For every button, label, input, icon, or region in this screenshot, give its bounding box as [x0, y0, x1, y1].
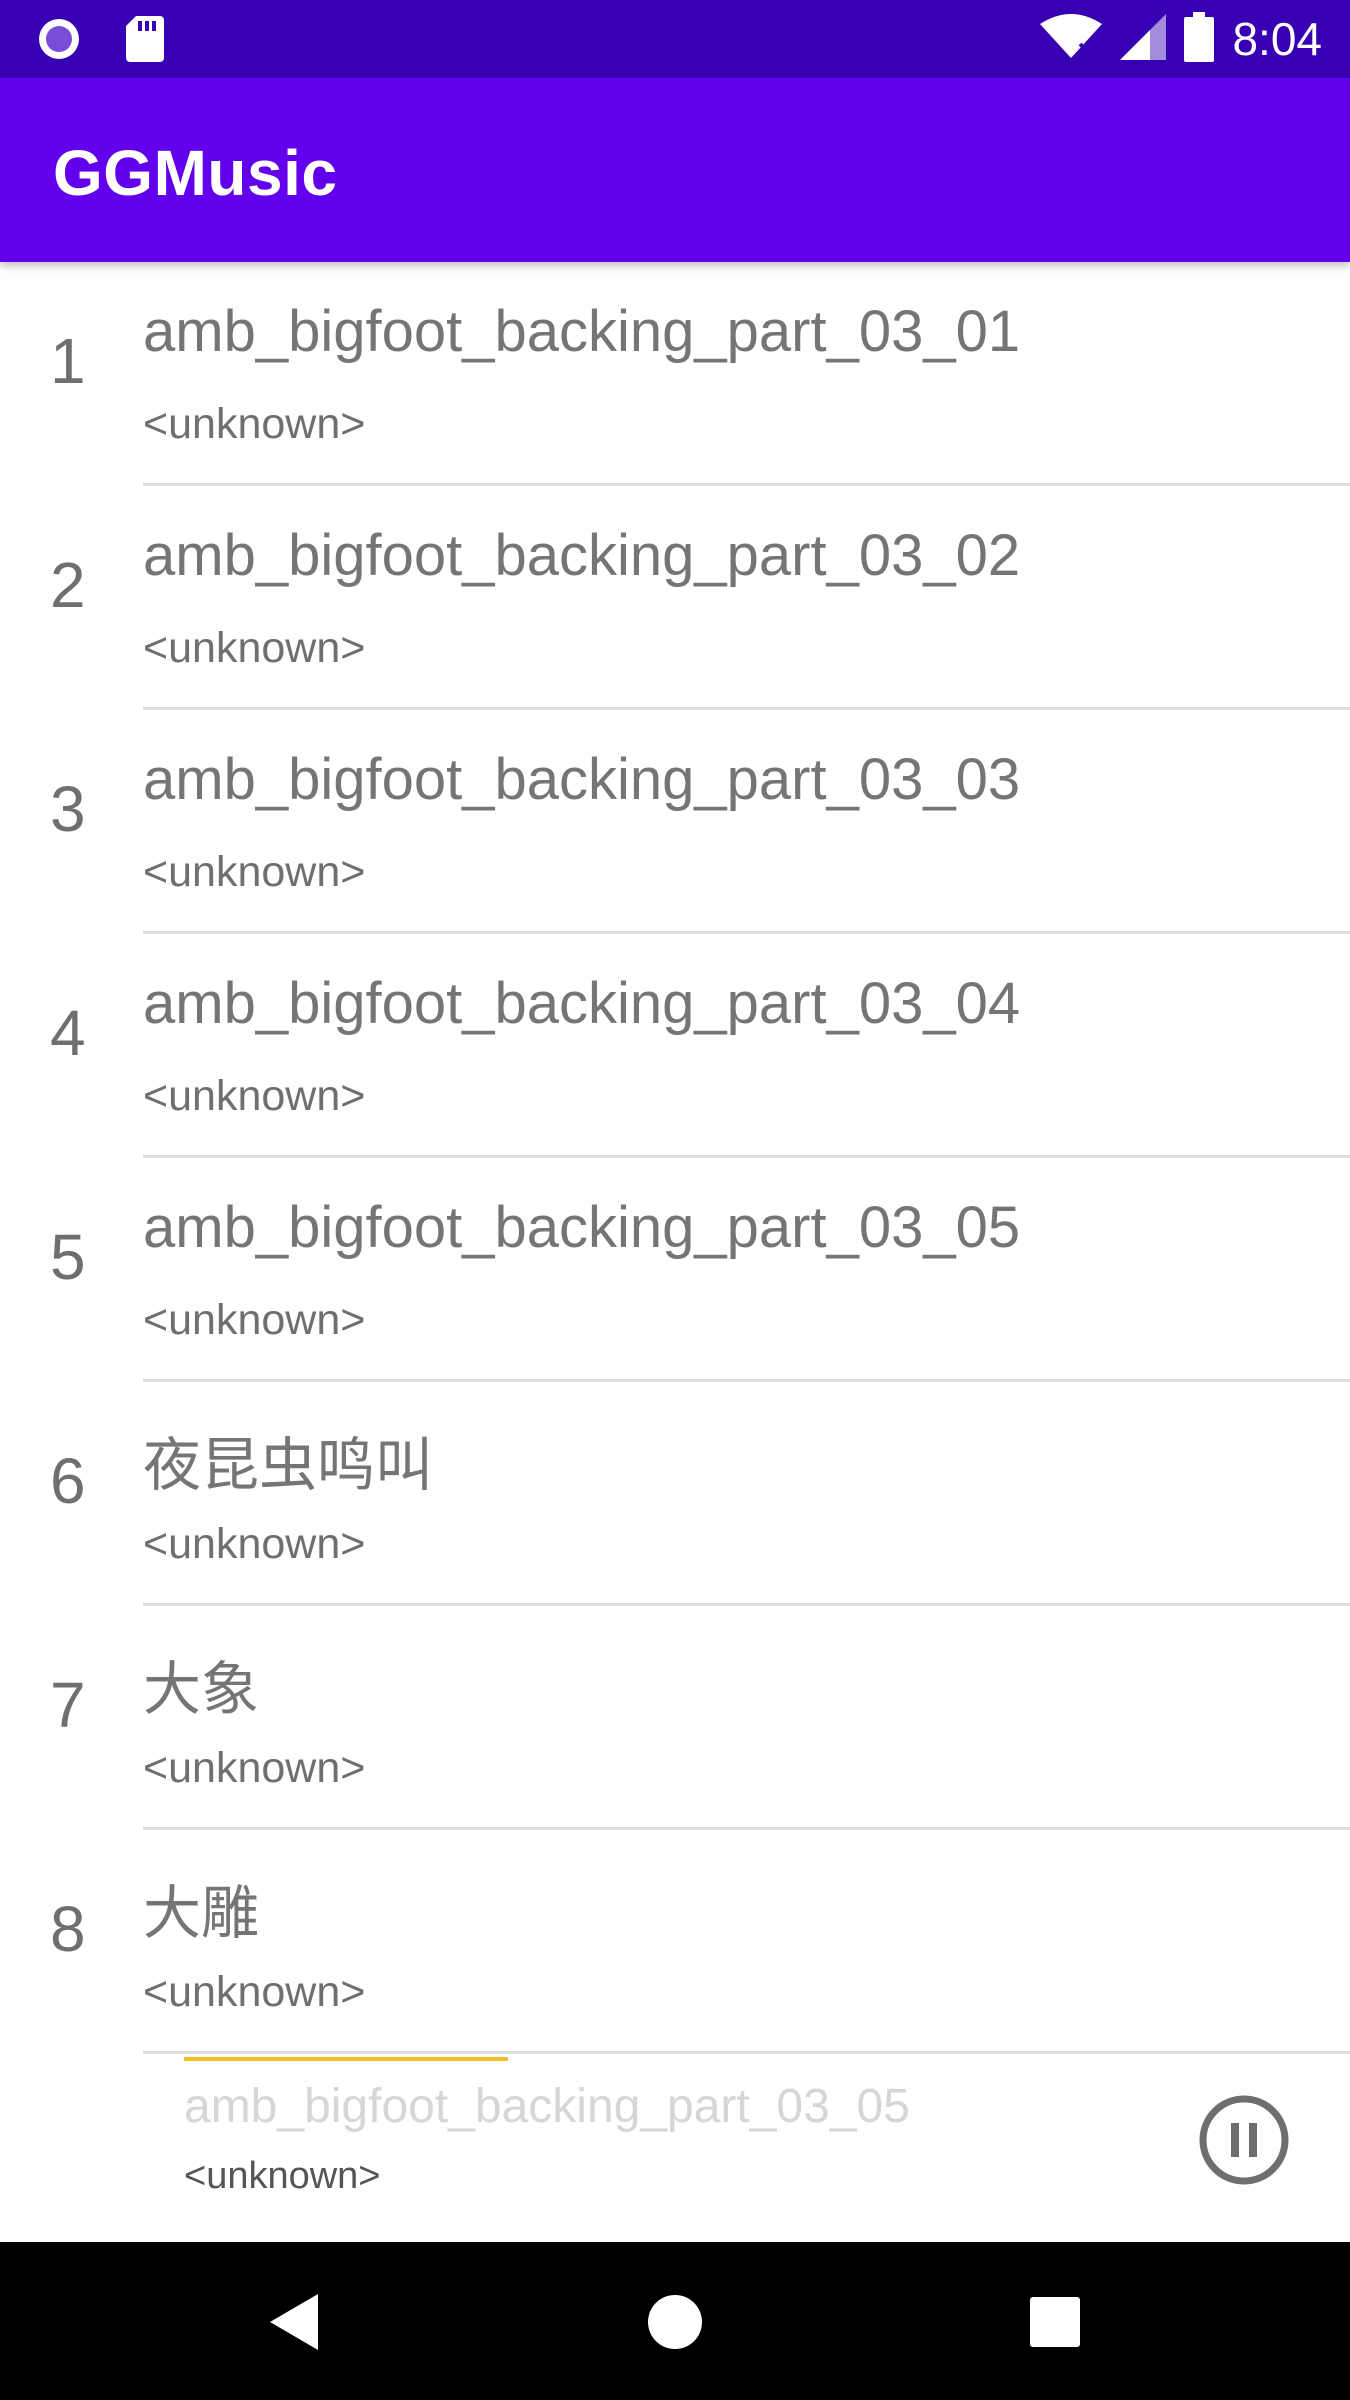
song-list-item[interactable]: 4 amb_bigfoot_backing_part_03_04 <unknow…: [0, 934, 1350, 1158]
song-title: 大雕: [143, 1881, 260, 1946]
system-nav-bar: [0, 2242, 1350, 2400]
pause-button[interactable]: [1198, 2094, 1290, 2186]
song-title: amb_bigfoot_backing_part_03_05: [143, 1195, 1021, 1260]
song-title: amb_bigfoot_backing_part_03_04: [143, 971, 1021, 1036]
sd-card-icon: [126, 16, 164, 67]
now-playing-bar[interactable]: amb_bigfoot_backing_part_03_05 <unknown>: [0, 2057, 1350, 2242]
song-list-item[interactable]: 1 amb_bigfoot_backing_part_03_01 <unknow…: [0, 262, 1350, 486]
song-list-item[interactable]: 3 amb_bigfoot_backing_part_03_03 <unknow…: [0, 710, 1350, 934]
back-icon: [270, 2294, 318, 2350]
battery-icon: [1184, 11, 1215, 67]
song-title: 大象: [143, 1657, 260, 1722]
song-list-item[interactable]: 6 夜昆虫鸣叫 <unknown>: [0, 1382, 1350, 1606]
song-index: 3: [50, 773, 86, 845]
now-playing-artist: <unknown>: [184, 2155, 381, 2197]
back-button[interactable]: [256, 2282, 336, 2362]
song-index: 1: [50, 325, 86, 397]
song-title: amb_bigfoot_backing_part_03_01: [143, 299, 1021, 364]
status-bar: 8:04: [0, 0, 1350, 78]
app-title: GGMusic: [53, 137, 338, 209]
song-list-item[interactable]: 8 大雕 <unknown>: [0, 1830, 1350, 2054]
song-title: amb_bigfoot_backing_part_03_02: [143, 523, 1021, 588]
song-artist: <unknown>: [143, 1744, 366, 1792]
song-artist: <unknown>: [143, 624, 366, 672]
notification-circle-icon: [36, 16, 82, 67]
song-artist: <unknown>: [143, 400, 366, 448]
song-list-item[interactable]: 7 大象 <unknown>: [0, 1606, 1350, 1830]
wifi-icon: [1040, 13, 1103, 65]
song-title: amb_bigfoot_backing_part_03_03: [143, 747, 1021, 812]
home-icon: [648, 2295, 702, 2349]
recents-icon: [1030, 2297, 1080, 2347]
song-artist: <unknown>: [143, 1296, 366, 1344]
status-bar-right: 8:04: [1040, 10, 1322, 68]
song-list-item[interactable]: 2 amb_bigfoot_backing_part_03_02 <unknow…: [0, 486, 1350, 710]
song-index: 6: [50, 1445, 86, 1517]
home-button[interactable]: [635, 2282, 715, 2362]
song-index: 8: [50, 1893, 86, 1965]
song-index: 4: [50, 997, 86, 1069]
song-artist: <unknown>: [143, 1520, 366, 1568]
app-bar: GGMusic: [0, 78, 1350, 262]
now-playing-title: amb_bigfoot_backing_part_03_05: [184, 2080, 910, 2133]
recents-button[interactable]: [1015, 2282, 1095, 2362]
song-artist: <unknown>: [143, 848, 366, 896]
divider: [143, 2051, 1350, 2054]
pause-icon: [1199, 2095, 1289, 2185]
song-list[interactable]: 1 amb_bigfoot_backing_part_03_01 <unknow…: [0, 262, 1350, 2057]
status-bar-left: [36, 16, 164, 67]
song-list-item[interactable]: 5 amb_bigfoot_backing_part_03_05 <unknow…: [0, 1158, 1350, 1382]
song-artist: <unknown>: [143, 1968, 366, 2016]
song-index: 5: [50, 1221, 86, 1293]
song-title: 夜昆虫鸣叫: [143, 1433, 434, 1498]
status-time: 8:04: [1232, 13, 1322, 65]
playback-progress-bar: [184, 2057, 508, 2061]
song-index: 7: [50, 1669, 86, 1741]
song-index: 2: [50, 549, 86, 621]
song-artist: <unknown>: [143, 1072, 366, 1120]
signal-icon: [1120, 13, 1167, 65]
